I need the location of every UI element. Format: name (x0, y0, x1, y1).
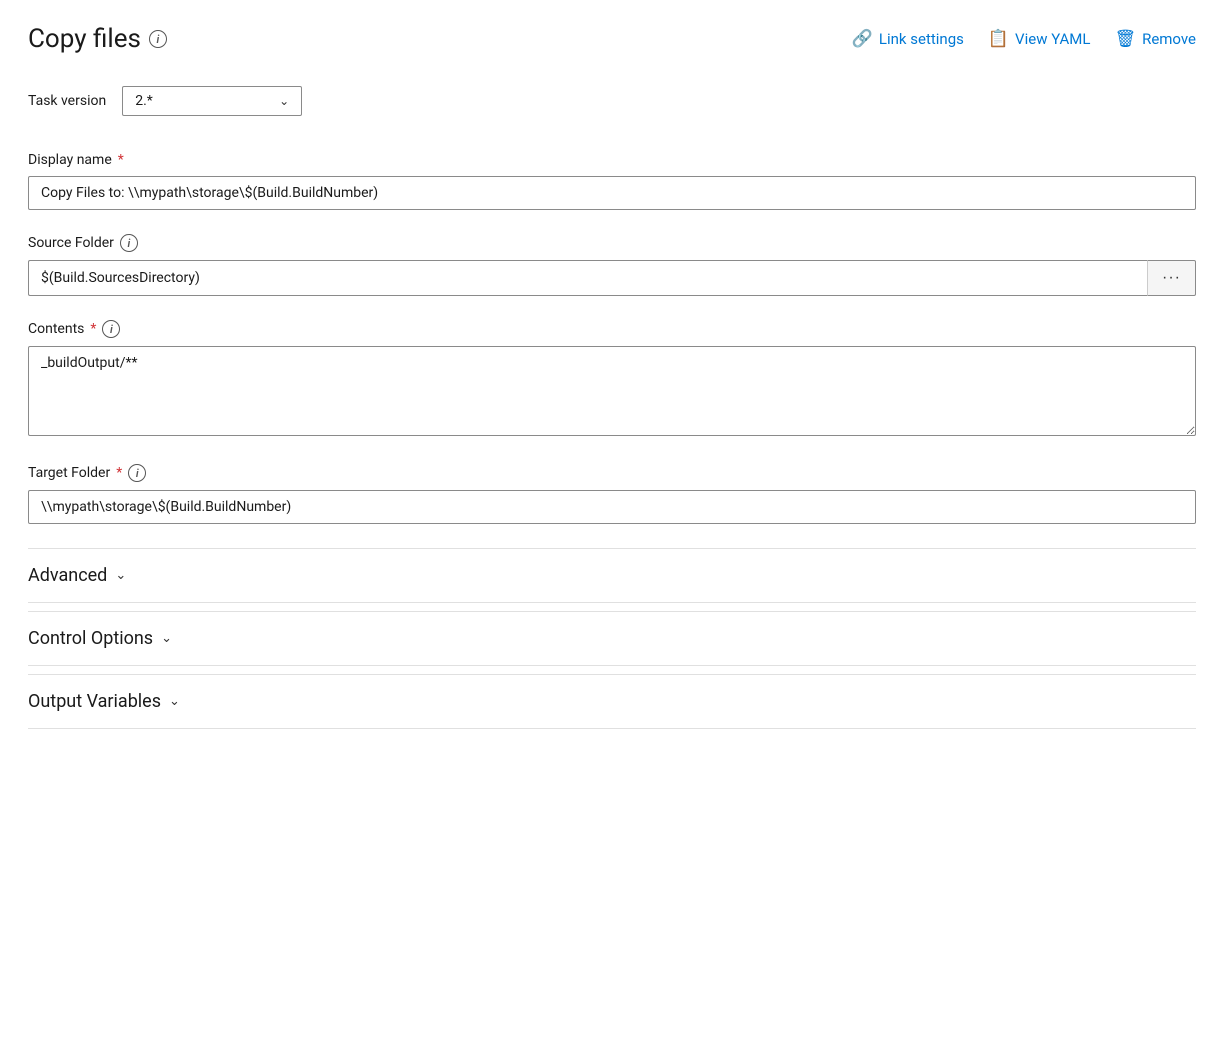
remove-label: Remove (1142, 30, 1196, 48)
contents-label-row: Contents * i (28, 320, 1196, 338)
control-options-section: Control Options ⌄ (28, 611, 1196, 666)
link-settings-label: Link settings (879, 30, 964, 48)
page-title: Copy files (28, 24, 141, 54)
view-yaml-label: View YAML (1015, 30, 1090, 48)
display-name-required: * (118, 152, 124, 168)
output-variables-title: Output Variables (28, 691, 161, 712)
source-folder-row: ··· (28, 260, 1196, 296)
target-folder-required: * (116, 465, 122, 481)
source-folder-section: Source Folder i ··· (28, 234, 1196, 296)
contents-label: Contents (28, 321, 84, 337)
page-header: Copy files i 🔗 Link settings 📋 View YAML… (28, 24, 1196, 54)
ellipsis-icon: ··· (1162, 269, 1181, 287)
output-variables-section: Output Variables ⌄ (28, 674, 1196, 729)
header-left: Copy files i (28, 24, 167, 54)
task-version-value: 2.* (135, 93, 153, 109)
target-folder-section: Target Folder * i (28, 464, 1196, 524)
contents-info-icon[interactable]: i (102, 320, 120, 338)
display-name-label-row: Display name * (28, 152, 1196, 168)
header-actions: 🔗 Link settings 📋 View YAML 🗑 Remove (852, 29, 1196, 49)
task-version-select[interactable]: 2.* ⌄ (122, 86, 302, 116)
control-options-header[interactable]: Control Options ⌄ (28, 611, 1196, 666)
control-options-chevron-down-icon: ⌄ (161, 631, 172, 646)
control-options-title: Control Options (28, 628, 153, 649)
link-settings-button[interactable]: 🔗 Link settings (852, 29, 964, 49)
advanced-header[interactable]: Advanced ⌄ (28, 548, 1196, 603)
contents-section: Contents * i _buildOutput/** (28, 320, 1196, 440)
source-folder-browse-button[interactable]: ··· (1147, 260, 1196, 296)
source-folder-input[interactable] (28, 260, 1147, 296)
display-name-section: Display name * (28, 152, 1196, 210)
source-folder-label-row: Source Folder i (28, 234, 1196, 252)
version-chevron-down-icon: ⌄ (279, 94, 289, 108)
display-name-input[interactable] (28, 176, 1196, 210)
target-folder-label-row: Target Folder * i (28, 464, 1196, 482)
output-variables-header[interactable]: Output Variables ⌄ (28, 674, 1196, 729)
output-variables-chevron-down-icon: ⌄ (169, 694, 180, 709)
remove-button[interactable]: 🗑 Remove (1114, 29, 1196, 49)
contents-input[interactable]: _buildOutput/** (28, 346, 1196, 436)
display-name-label: Display name (28, 152, 112, 168)
view-yaml-button[interactable]: 📋 View YAML (988, 29, 1091, 49)
trash-icon: 🗑 (1114, 29, 1136, 49)
target-folder-input[interactable] (28, 490, 1196, 524)
task-version-row: Task version 2.* ⌄ (28, 86, 1196, 116)
advanced-chevron-down-icon: ⌄ (115, 568, 126, 583)
yaml-icon: 📋 (988, 29, 1009, 49)
target-folder-label: Target Folder (28, 465, 110, 481)
task-version-label: Task version (28, 93, 106, 109)
source-folder-info-icon[interactable]: i (120, 234, 138, 252)
source-folder-label: Source Folder (28, 235, 114, 251)
contents-required: * (90, 321, 96, 337)
advanced-section: Advanced ⌄ (28, 548, 1196, 603)
target-folder-info-icon[interactable]: i (128, 464, 146, 482)
advanced-title: Advanced (28, 565, 107, 586)
link-icon: 🔗 (852, 29, 873, 49)
title-info-icon[interactable]: i (149, 30, 167, 48)
